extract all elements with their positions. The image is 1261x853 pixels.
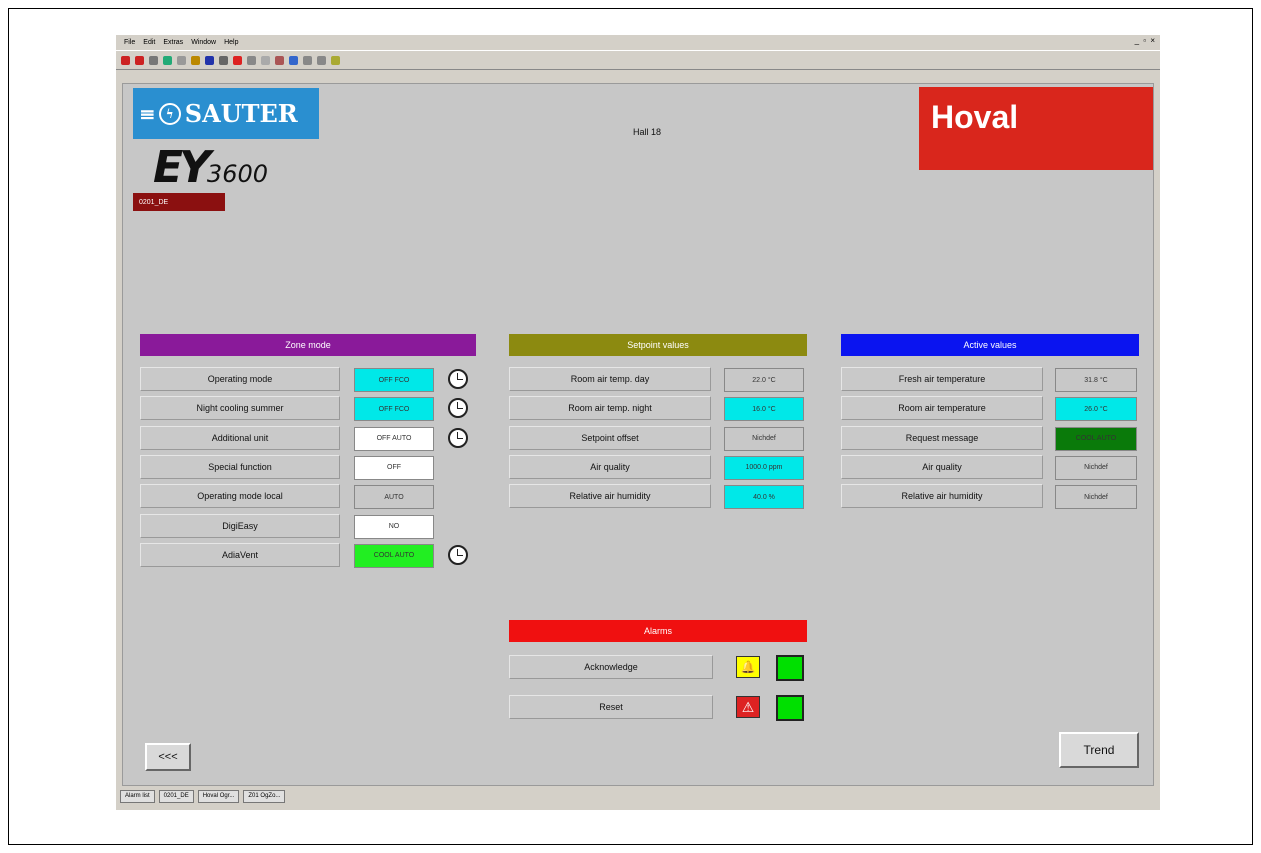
window-controls[interactable]: _ ▫ ×: [1135, 36, 1156, 45]
active-value-row-label: Air quality: [841, 454, 1043, 479]
tool-icon[interactable]: [149, 55, 158, 65]
plant-diagram: ≡ ϟ SAUTER EY3600 0201_DE Hall 18 Hoval …: [122, 83, 1154, 786]
tool-icon[interactable]: [135, 55, 144, 65]
setpoint-row-value[interactable]: 1000.0 ppm: [724, 455, 804, 480]
zone-mode-row-value[interactable]: AUTO: [354, 485, 434, 510]
alarm-icon[interactable]: [233, 55, 242, 65]
sauter-logo: ≡ ϟ SAUTER: [133, 88, 319, 139]
setpoint-row-label: Room air temp. day: [509, 367, 711, 391]
taskbar-item[interactable]: 0201_DE: [158, 789, 194, 803]
menu-file[interactable]: File: [124, 39, 135, 46]
tool-icon[interactable]: [317, 55, 326, 65]
tool-icon[interactable]: [289, 55, 298, 65]
sauter-text: SAUTER: [184, 99, 298, 128]
time-program-clock-icon[interactable]: [448, 544, 468, 565]
tool-icon[interactable]: [163, 55, 172, 65]
toolbar: [116, 50, 1160, 70]
tool-icon[interactable]: [261, 55, 270, 65]
sauter-bolt-icon: ϟ: [158, 102, 181, 125]
menu-extras[interactable]: Extras: [163, 39, 183, 46]
warning-icon[interactable]: ⚠: [736, 696, 760, 718]
time-program-clock-icon[interactable]: [448, 369, 468, 389]
setpoint-row-label: Setpoint offset: [509, 425, 711, 450]
zone-mode-row-label: DigiEasy: [140, 513, 340, 538]
open-icon[interactable]: [191, 55, 200, 65]
ey-big-text: EY: [153, 142, 211, 193]
zone-mode-row-label: Special function: [140, 454, 340, 479]
active-value-row-value[interactable]: Nichdef: [1055, 485, 1137, 510]
alarms-header: Alarms: [509, 620, 807, 642]
active-value-row-value[interactable]: 26.0 °C: [1055, 397, 1137, 422]
save-icon[interactable]: [205, 55, 214, 65]
active-value-row-value[interactable]: COOL AUTO: [1055, 426, 1137, 451]
active-value-row-label: Room air temperature: [841, 396, 1043, 421]
acknowledge-button[interactable]: Acknowledge: [509, 655, 713, 679]
setpoint-row-label: Air quality: [509, 454, 711, 479]
setpoint-header: Setpoint values: [509, 334, 807, 356]
hoval-logo: Hoval: [919, 87, 1153, 170]
active-value-row-label: Relative air humidity: [841, 484, 1043, 509]
zone-mode-row-label: Operating mode local: [140, 484, 340, 509]
acknowledge-status-lamp: [776, 655, 804, 681]
tool-icon[interactable]: [275, 55, 284, 65]
taskbar-item[interactable]: Z01 OgZo...: [243, 789, 286, 803]
zone-mode-row-value[interactable]: OFF FCO: [354, 397, 434, 422]
setpoint-row-label: Relative air humidity: [509, 484, 711, 509]
reset-button[interactable]: Reset: [509, 695, 713, 719]
setpoint-row-value[interactable]: 40.0 %: [724, 485, 804, 510]
ey3600-logo: EY3600: [153, 142, 268, 193]
zone-mode-row-label: AdiaVent: [140, 542, 340, 567]
zone-mode-row-value[interactable]: NO: [354, 514, 434, 539]
active-values-header: Active values: [841, 334, 1139, 356]
menu-help[interactable]: Help: [224, 39, 238, 46]
reset-status-lamp: [776, 695, 804, 721]
zone-mode-row-value[interactable]: OFF AUTO: [354, 426, 434, 451]
active-value-row-label: Fresh air temperature: [841, 367, 1043, 391]
bell-icon[interactable]: 🔔: [736, 656, 760, 678]
page-title: Hall 18: [633, 127, 662, 137]
zone-mode-row-value[interactable]: COOL AUTO: [354, 543, 434, 568]
zone-mode-row-value[interactable]: OFF FCO: [354, 368, 434, 392]
menu-window[interactable]: Window: [191, 39, 216, 46]
zone-mode-header: Zone mode: [140, 334, 476, 356]
tool-icon[interactable]: [247, 55, 256, 65]
ey-small-text: 3600: [206, 160, 268, 188]
time-program-clock-icon[interactable]: [448, 427, 468, 448]
zone-mode-row-value[interactable]: OFF: [354, 455, 434, 480]
active-value-row-label: Request message: [841, 425, 1043, 450]
menu-bar: File Edit Extras Window Help _ ▫ ×: [116, 35, 1160, 50]
menu-lines-icon: ≡: [139, 101, 156, 126]
object-tag[interactable]: 0201_DE: [133, 193, 225, 211]
zone-mode-row-label: Operating mode: [140, 367, 340, 391]
application-window: File Edit Extras Window Help _ ▫ × ≡ ϟ S…: [116, 35, 1160, 810]
time-program-clock-icon[interactable]: [448, 398, 468, 419]
setpoint-row-value[interactable]: Nichdef: [724, 426, 804, 451]
tool-icon[interactable]: [303, 55, 312, 65]
taskbar-item[interactable]: Alarm list: [120, 789, 155, 803]
setpoint-row-label: Room air temp. night: [509, 396, 711, 421]
clock-icon[interactable]: [219, 55, 228, 65]
tool-icon[interactable]: [121, 55, 130, 65]
setpoint-row-value[interactable]: 16.0 °C: [724, 397, 804, 422]
back-button[interactable]: <<<: [145, 743, 191, 771]
zone-mode-row-label: Night cooling summer: [140, 396, 340, 421]
menu-edit[interactable]: Edit: [143, 39, 155, 46]
taskbar-item[interactable]: Hoval Ogr...: [197, 789, 240, 803]
active-value-row-value[interactable]: 31.8 °C: [1055, 368, 1137, 392]
zone-mode-row-label: Additional unit: [140, 425, 340, 450]
new-icon[interactable]: [177, 55, 186, 65]
trend-button[interactable]: Trend: [1059, 732, 1139, 768]
active-value-row-value[interactable]: Nichdef: [1055, 455, 1137, 480]
setpoint-row-value[interactable]: 22.0 °C: [724, 368, 804, 392]
taskbar: Alarm list 0201_DE Hoval Ogr... Z01 OgZo…: [116, 789, 1160, 803]
help-icon[interactable]: [331, 55, 340, 65]
